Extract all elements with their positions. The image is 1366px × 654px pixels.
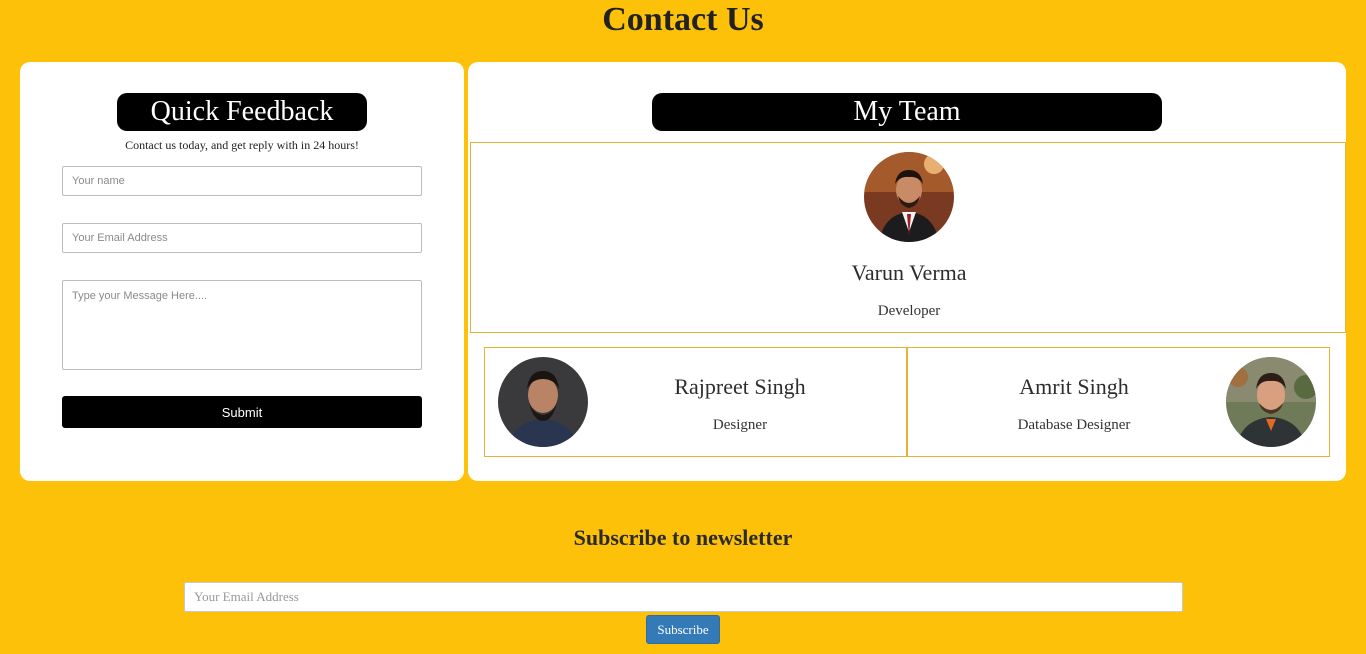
team-member-card: Rajpreet Singh Designer (484, 347, 907, 457)
member-name: Varun Verma (851, 260, 967, 285)
newsletter-title: Subscribe to newsletter (573, 525, 793, 550)
member-role: Database Designer (1017, 417, 1131, 433)
member-name: Amrit Singh (1019, 374, 1129, 399)
my-team-card: My Team Varun Verma Developer Rajpreet S… (468, 62, 1346, 481)
subscribe-button[interactable]: Subscribe (646, 615, 720, 644)
page-title: Contact Us (602, 1, 764, 38)
avatar (498, 357, 588, 447)
my-team-heading: My Team (652, 93, 1162, 131)
message-textarea[interactable] (62, 280, 422, 370)
quick-feedback-card: Quick Feedback Contact us today, and get… (20, 62, 464, 481)
avatar (864, 152, 954, 242)
team-member-card: Amrit Singh Database Designer (907, 347, 1330, 457)
avatar (1226, 357, 1316, 447)
newsletter-email-input[interactable] (184, 582, 1183, 612)
email-input[interactable] (62, 223, 422, 253)
member-role: Designer (712, 417, 768, 433)
feedback-subtext: Contact us today, and get reply with in … (125, 138, 359, 152)
quick-feedback-heading: Quick Feedback (117, 93, 367, 131)
team-member-card: Varun Verma Developer (470, 142, 1346, 333)
submit-button[interactable]: Submit (62, 396, 422, 428)
name-input[interactable] (62, 166, 422, 196)
member-role: Developer (877, 303, 941, 319)
member-name: Rajpreet Singh (674, 374, 806, 399)
